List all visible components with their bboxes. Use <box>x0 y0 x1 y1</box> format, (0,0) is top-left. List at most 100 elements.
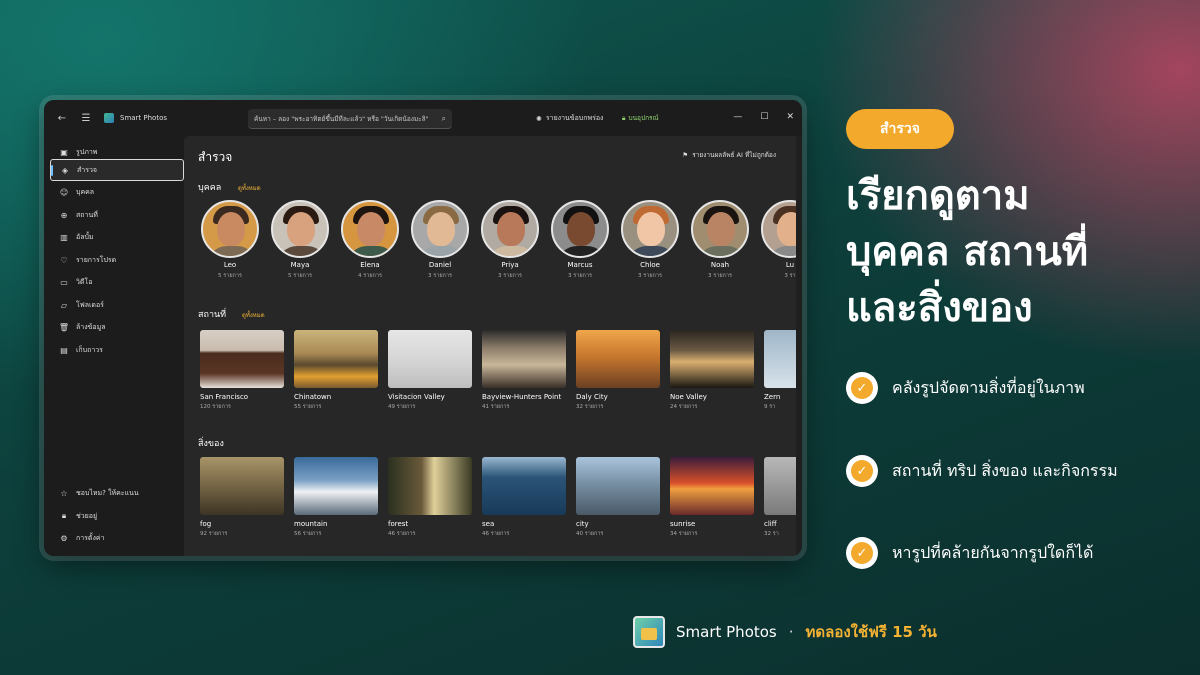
person-card[interactable]: Chloe 3 รายการ <box>620 200 680 280</box>
sidebar-item-label: สำรวจ <box>77 165 97 174</box>
person-count: 5 รายการ <box>218 273 242 279</box>
sidebar-item-archive[interactable]: ▤ เก็บถาวร <box>50 339 184 361</box>
archive-icon: ▤ <box>60 345 68 355</box>
place-card[interactable]: Zern 9 รา <box>764 330 796 411</box>
thing-card[interactable]: sea 46 รายการ <box>482 457 566 538</box>
person-card[interactable]: Noah 3 รายการ <box>690 200 750 280</box>
thing-card[interactable]: sunrise 34 รายการ <box>670 457 754 538</box>
place-card[interactable]: Noe Valley 24 รายการ <box>670 330 754 411</box>
place-card[interactable]: Visitacion Valley 49 รายการ <box>388 330 472 411</box>
search-icon[interactable]: ⌕ <box>442 114 446 124</box>
person-name: Maya <box>290 261 310 269</box>
things-section-title: สิ่งของ <box>198 439 224 449</box>
place-card[interactable]: Daly City 32 รายการ <box>576 330 660 411</box>
person-card[interactable]: Marcus 3 รายการ <box>550 200 610 280</box>
sidebar-item-label: โฟลเดอร์ <box>76 300 104 309</box>
search-input[interactable]: ค้นหา – ลอง "พระอาทิตย์ขึ้นมีทีละแล้ว" ห… <box>248 109 452 129</box>
sidebar-item-cleanup[interactable]: 🗑︎ ล้างข้อมูล <box>50 316 184 338</box>
main-content: สำรวจ ⚑ รายงานผลลัพธ์ AI ที่ไม่ถูกต้อง บ… <box>184 136 796 556</box>
thing-card[interactable]: city 40 รายการ <box>576 457 660 538</box>
sidebar-item-settings[interactable]: ⚙ การตั้งค่า <box>50 527 184 549</box>
place-card[interactable]: Bayview-Hunters Point 41 รายการ <box>482 330 566 411</box>
headline: เรียกดูตาม บุคคล สถานที่ และสิ่งของ <box>846 168 1176 336</box>
person-count: 3 รายการ <box>428 273 452 279</box>
sidebar-item-label: ล้างข้อมูล <box>76 322 106 331</box>
app-window: ← ☰ Smart Photos ค้นหา – ลอง "พระอาทิตย์… <box>44 100 802 556</box>
people-see-all-link[interactable]: ดูทั้งหมด <box>238 183 261 193</box>
album-icon: ▥ <box>60 232 68 242</box>
person-card[interactable]: Lu 3 รา <box>760 200 796 280</box>
sidebar-item-videos[interactable]: ▭ วิดีโอ <box>50 271 184 293</box>
place-card[interactable]: Chinatown 55 รายการ <box>294 330 378 411</box>
avatar <box>691 200 749 258</box>
report-bug-button[interactable]: ✺ รายงานข้อบกพร่อง <box>536 113 603 124</box>
sidebar-item-albums[interactable]: ▥ อัลบั้ม <box>50 226 184 248</box>
tile-image <box>764 457 796 515</box>
sidebar-item-explore[interactable]: ◈ สำรวจ <box>50 159 184 181</box>
person-card[interactable]: Daniel 3 รายการ <box>410 200 470 280</box>
sidebar-item-favorites[interactable]: ♡ รายการโปรด <box>50 249 184 271</box>
avatar <box>341 200 399 258</box>
thing-card[interactable]: mountain 56 รายการ <box>294 457 378 538</box>
person-count: 3 รายการ <box>568 273 592 279</box>
thing-card[interactable]: fog 92 รายการ <box>200 457 284 538</box>
person-card[interactable]: Maya 5 รายการ <box>270 200 330 280</box>
hamburger-menu-icon[interactable]: ☰ <box>78 110 94 126</box>
tile-name: mountain <box>294 520 328 528</box>
sidebar-item-folders[interactable]: ▱ โฟลเดอร์ <box>50 294 184 316</box>
tile-count: 32 รา <box>764 531 779 537</box>
tile-count: 41 รายการ <box>482 404 510 410</box>
bug-icon: ✺ <box>536 114 542 123</box>
footer-separator: · <box>788 623 794 641</box>
person-name: Lu <box>785 261 795 269</box>
sidebar-item-label: วิดีโอ <box>76 277 93 286</box>
person-card[interactable]: Priya 3 รายการ <box>480 200 540 280</box>
minimize-icon[interactable]: — <box>733 112 742 122</box>
footer-app-name: Smart Photos <box>676 623 777 641</box>
tile-image <box>200 457 284 515</box>
on-device-badge: 🔒︎ บนอุปกรณ์ <box>622 113 659 123</box>
place-card[interactable]: San Francisco 120 รายการ <box>200 330 284 411</box>
sidebar-item-label: รายการโปรด <box>76 255 117 264</box>
tile-name: forest <box>388 520 409 528</box>
person-card[interactable]: Leo 5 รายการ <box>200 200 260 280</box>
sidebar-item-help[interactable]: 🔒︎ ช่วยอยู่ <box>50 505 184 527</box>
close-icon[interactable]: ✕ <box>786 112 794 122</box>
report-ai-label: รายงานผลลัพธ์ AI ที่ไม่ถูกต้อง <box>692 151 776 159</box>
sidebar-item-label: บุคคล <box>76 187 95 196</box>
person-card[interactable]: Elena 4 รายการ <box>340 200 400 280</box>
tile-image <box>670 457 754 515</box>
sidebar-item-places[interactable]: ⊕ สถานที่ <box>50 204 184 226</box>
check-icon: ✓ <box>846 372 878 404</box>
sidebar-item-label: รูปภาพ <box>76 147 98 156</box>
people-icon: ☺ <box>59 187 69 197</box>
tile-name: Bayview-Hunters Point <box>482 393 562 401</box>
report-bug-label: รายงานข้อบกพร่อง <box>545 114 604 122</box>
tile-image <box>294 457 378 515</box>
sidebar-item-label: ชอบไหม? ให้คะแนน <box>76 488 139 497</box>
tile-image <box>388 330 472 388</box>
explore-pill: สำรวจ <box>846 109 954 149</box>
window-controls: — ☐ ✕ <box>733 112 794 122</box>
tile-name: sunrise <box>670 520 696 528</box>
back-arrow-icon[interactable]: ← <box>54 110 70 126</box>
sidebar-item-people[interactable]: ☺ บุคคล <box>50 181 184 203</box>
sidebar-item-rate[interactable]: ☆ ชอบไหม? ให้คะแนน <box>50 482 184 504</box>
person-count: 3 รายการ <box>498 273 522 279</box>
gear-icon: ⚙ <box>60 533 68 543</box>
tile-image <box>576 330 660 388</box>
thing-card[interactable]: forest 46 รายการ <box>388 457 472 538</box>
explore-icon: ◈ <box>61 165 69 175</box>
person-count: 3 รายการ <box>638 273 662 279</box>
headline-line: บุคคล สถานที่ <box>846 229 1089 275</box>
places-see-all-link[interactable]: ดูทั้งหมด <box>242 310 265 320</box>
person-name: Leo <box>223 261 237 269</box>
sidebar-item-label: อัลบั้ม <box>76 232 94 241</box>
headline-line: เรียกดูตาม <box>846 173 1030 219</box>
tile-name: fog <box>200 520 212 528</box>
report-ai-link[interactable]: ⚑ รายงานผลลัพธ์ AI ที่ไม่ถูกต้อง <box>682 150 776 160</box>
sidebar: ▣ รูปภาพ ◈ สำรวจ ☺ บุคคล ⊕ สถานที่ ▥ อัล… <box>44 136 184 556</box>
thing-card[interactable]: cliff 32 รา <box>764 457 796 538</box>
tile-name: Chinatown <box>294 393 332 401</box>
maximize-icon[interactable]: ☐ <box>760 112 768 122</box>
